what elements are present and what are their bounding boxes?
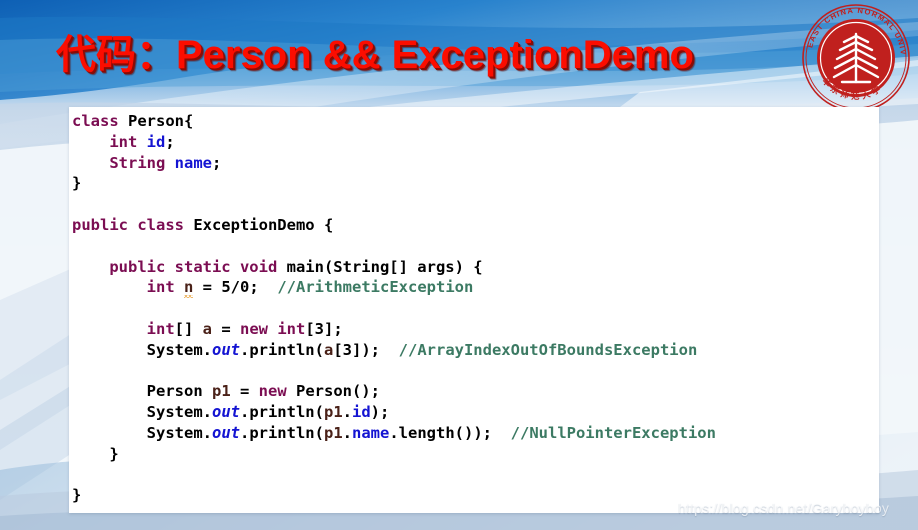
code-token-plain: .length()); <box>389 423 511 442</box>
code-line: String name; <box>72 153 716 174</box>
code-line: Person p1 = new Person(); <box>72 381 716 402</box>
code-token-plain: Person(); <box>286 382 380 401</box>
code-token-plain: = <box>212 319 240 338</box>
code-token-plain: Person{ <box>118 112 194 130</box>
code-token-fld-i: out <box>211 423 240 442</box>
code-token-plain: ; <box>212 153 222 172</box>
code-line: int id; <box>72 132 716 153</box>
code-token-plain: = <box>230 382 259 401</box>
code-line: int n = 5/0; //ArithmeticException <box>72 277 716 298</box>
code-token-plain: ); <box>370 403 390 422</box>
code-token-var: a <box>323 340 334 359</box>
code-token-plain: } <box>109 444 119 463</box>
slide-title-latin: Person && ExceptionDemo <box>176 33 694 77</box>
code-token-plain: .println( <box>239 340 324 359</box>
code-line: public class ExceptionDemo { <box>72 215 716 236</box>
code-token-var: p1 <box>323 423 343 442</box>
code-token-fld: name <box>352 423 390 442</box>
east-china-normal-university-logo: EAST CHINA NORMAL UNIVERSITY 华东师范大学 <box>800 2 912 114</box>
code-line: System.out.println(p1.id); <box>72 402 716 423</box>
code-token-plain: System. <box>146 423 212 442</box>
code-token-kw: String <box>109 153 166 172</box>
slide-title-cjk: 代码： <box>56 32 176 78</box>
code-token-plain: . <box>342 423 352 442</box>
code-token-fld: id <box>146 132 166 151</box>
code-token-kw: class <box>72 112 119 130</box>
code-line: } <box>72 444 716 465</box>
code-token-plain: .println( <box>239 403 324 422</box>
slide: EAST CHINA NORMAL UNIVERSITY 华东师范大学 代码：P… <box>0 0 918 530</box>
code-line: } <box>72 485 716 506</box>
code-token-cmt: //NullPointerException <box>510 423 716 442</box>
code-line: int[] a = new int[3]; <box>72 319 716 340</box>
code-token-kw: public class <box>72 215 184 234</box>
code-line: } <box>72 173 716 194</box>
code-token-plain: [3]; <box>305 319 343 338</box>
java-code-block: class Person{ int id; String name;} publ… <box>72 111 716 506</box>
code-token-plain: ExceptionDemo { <box>183 215 334 234</box>
code-token-kw: int <box>109 132 138 151</box>
code-token-var: p1 <box>323 403 343 422</box>
code-token-plain: = 5/0; <box>193 278 278 297</box>
code-token-kw: int <box>146 278 175 297</box>
code-line: System.out.println(a[3]); //ArrayIndexOu… <box>72 340 716 361</box>
code-token-plain: [] <box>174 319 203 338</box>
code-token-fld-i: out <box>211 403 240 422</box>
code-token-plain: Person <box>146 382 212 401</box>
watermark-url: https://blog.csdn.net/Garyboyboy <box>678 500 890 516</box>
code-token-plain: . <box>342 403 352 422</box>
code-token-var: p1 <box>211 382 231 401</box>
code-token-plain: main(String[] args) { <box>277 257 483 276</box>
code-token-plain: [3]); <box>333 340 399 359</box>
code-token-plain: .println( <box>239 423 324 442</box>
code-token-fld: name <box>174 153 212 172</box>
code-token-plain: } <box>72 486 82 505</box>
code-token-var: a <box>202 319 212 338</box>
code-token-kw: new int <box>240 319 306 338</box>
code-token-plain: } <box>72 174 82 193</box>
code-token-cmt: //ArrayIndexOutOfBoundsException <box>398 340 698 359</box>
code-token-fld: id <box>352 403 371 422</box>
code-token-plain: System. <box>146 403 212 422</box>
code-token-fld-i: out <box>211 340 240 359</box>
code-token-kw: new <box>258 382 287 401</box>
code-token-kw: public static void <box>109 257 278 276</box>
code-panel: class Person{ int id; String name;} publ… <box>69 107 879 513</box>
code-line: public static void main(String[] args) { <box>72 257 716 278</box>
code-token-warn: n <box>184 278 194 297</box>
code-token-plain: System. <box>146 340 212 359</box>
code-token-cmt: //ArithmeticException <box>277 278 474 297</box>
code-line: System.out.println(p1.name.length()); //… <box>72 423 716 444</box>
slide-title: 代码：Person && ExceptionDemo <box>56 22 694 80</box>
code-token-kw: int <box>146 319 175 338</box>
code-token-plain: ; <box>165 132 175 151</box>
code-line: class Person{ <box>72 111 716 132</box>
